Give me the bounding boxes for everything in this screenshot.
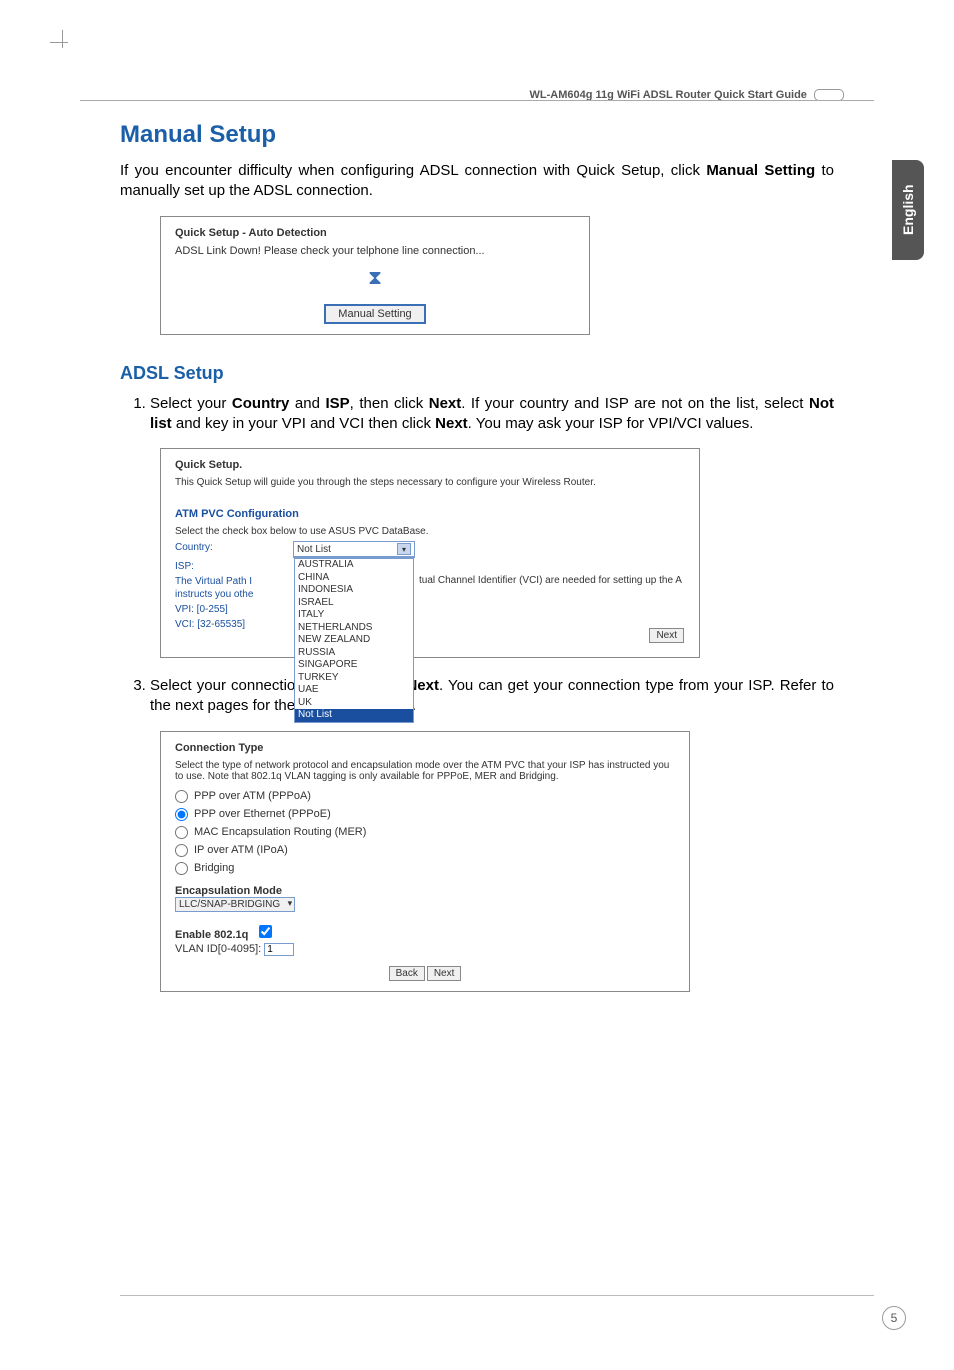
dropdown-selected: Not List [297,544,331,555]
header-divider [80,100,874,101]
intro-text-1: If you encounter difficulty when configu… [120,162,706,179]
country-dropdown[interactable]: Not List ▾ AUSTRALIACHINAINDONESIAISRAEL… [293,541,415,558]
step-1: Select your Country and ISP, then click … [150,394,834,435]
dropdown-option[interactable]: ISRAEL [295,597,413,610]
shot1-title: Quick Setup - Auto Detection [175,227,575,239]
intro-bold: Manual Setting [706,162,815,179]
label-mer: MAC Encapsulation Routing (MER) [194,826,366,838]
shot3-desc: Select the type of network protocol and … [175,760,675,782]
hourglass-icon: ⧗ [175,267,575,290]
dropdown-option[interactable]: CHINA [295,572,413,585]
back-button[interactable]: Back [389,966,425,981]
dropdown-option[interactable]: NETHERLANDS [295,622,413,635]
s1-t1: Select your [150,395,232,412]
dropdown-option[interactable]: SINGAPORE [295,659,413,672]
screenshot-auto-detection: Quick Setup - Auto Detection ADSL Link D… [160,216,590,335]
radio-bridging[interactable] [175,862,188,875]
crop-mark [50,30,74,54]
dropdown-option[interactable]: ITALY [295,609,413,622]
s1-b2: ISP [325,395,349,412]
shot2-desc: This Quick Setup will guide you through … [175,477,685,488]
dropdown-option[interactable]: AUSTRALIA [295,559,413,572]
s1-t3: , then click [350,395,429,412]
atm-pvc-title: ATM PVC Configuration [175,508,685,520]
dropdown-option[interactable]: TURKEY [295,672,413,685]
s1-b3: Next [429,395,462,412]
shot1-message: ADSL Link Down! Please check your telpho… [175,245,575,257]
dropdown-option[interactable]: UK [295,697,413,710]
radio-ipoa[interactable] [175,844,188,857]
encap-value: LLC/SNAP-BRIDGING [179,899,280,910]
label-isp: ISP: [175,560,285,573]
radio-mer[interactable] [175,826,188,839]
next-button-shot2[interactable]: Next [649,628,684,643]
language-tab: English [892,160,924,260]
atm-pvc-desc: Select the check box below to use ASUS P… [175,526,685,537]
enable-8021q-checkbox[interactable] [259,925,272,938]
manual-setting-button[interactable]: Manual Setting [324,304,425,324]
shot3-title: Connection Type [175,742,675,754]
label-country: Country: [175,541,285,554]
s1-b5: Next [435,415,468,432]
page-number: 5 [882,1306,906,1330]
screenshot-connection-type: Connection Type Select the type of netwo… [160,731,690,992]
encap-mode-select[interactable]: LLC/SNAP-BRIDGING [175,897,295,912]
s1-t4: . If your country and ISP are not on the… [461,395,809,412]
dropdown-list[interactable]: AUSTRALIACHINAINDONESIAISRAELITALYNETHER… [294,558,414,723]
enable-8021q-label: Enable 802.1q [175,929,248,941]
dropdown-option[interactable]: NEW ZEALAND [295,634,413,647]
radio-pppoa[interactable] [175,790,188,803]
vp-text-left: The Virtual Path I instructs you othe [175,575,285,601]
dropdown-option[interactable]: INDONESIA [295,584,413,597]
step-3: Select your connection type and click Ne… [150,676,834,717]
s1-t6: . You may ask your ISP for VPI/VCI value… [468,415,754,432]
label-ipoa: IP over ATM (IPoA) [194,844,288,856]
label-pppoe: PPP over Ethernet (PPPoE) [194,808,331,820]
adsl-setup-title: ADSL Setup [120,363,834,384]
s1-t5: and key in your VPI and VCI then click [172,415,435,432]
shot2-title: Quick Setup. [175,459,685,471]
intro-paragraph: If you encounter difficulty when configu… [120,161,834,202]
dropdown-option[interactable]: UAE [295,684,413,697]
vlan-id-label: VLAN ID[0-4095]: [175,943,261,955]
screenshot-quick-setup: Quick Setup. This Quick Setup will guide… [160,448,700,658]
label-vpi: VPI: [0-255] [175,603,285,616]
dropdown-option[interactable]: RUSSIA [295,647,413,660]
label-vci: VCI: [32-65535] [175,618,285,631]
radio-pppoe[interactable] [175,808,188,821]
chevron-down-icon: ▾ [397,543,411,555]
dropdown-option[interactable]: Not List [295,709,413,722]
s1-t2: and [289,395,325,412]
s1-b1: Country [232,395,290,412]
label-pppoa: PPP over ATM (PPPoA) [194,790,311,802]
footer-divider [120,1295,874,1296]
vlan-id-input[interactable] [264,943,294,956]
label-bridging: Bridging [194,862,234,874]
encap-title: Encapsulation Mode [175,885,675,897]
section-title: Manual Setup [120,121,834,149]
next-button-shot3[interactable]: Next [427,966,462,981]
